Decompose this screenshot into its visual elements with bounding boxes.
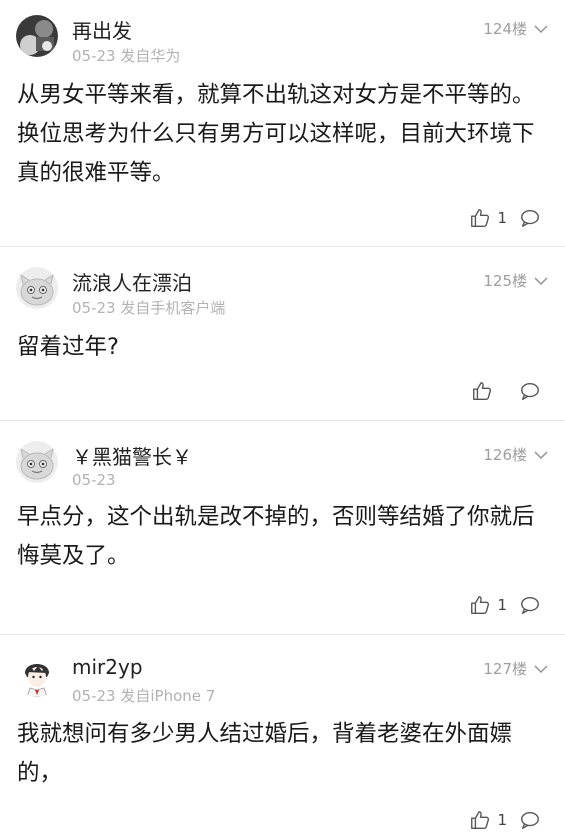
chevron-down-icon [534,24,548,33]
post-content: 留着过年? [17,334,119,360]
username[interactable]: ￥黑猫警长￥ [72,441,192,470]
default-face-avatar-icon [16,441,58,483]
floor-number: 124楼 [483,20,527,38]
like-button[interactable]: 1 [469,594,507,616]
post-meta: 05-23 发自手机客户端 [72,299,226,317]
floor-menu[interactable]: 126楼 [483,444,549,465]
comment-button[interactable] [519,207,541,229]
comment-bubble-icon [521,209,539,227]
thumbs-up-icon [473,382,492,400]
photo-avatar-icon [16,15,58,57]
post-actions: 1 [469,594,541,616]
like-count: 1 [497,811,507,829]
comment-button[interactable] [519,809,541,831]
user-avatar[interactable] [16,15,58,57]
like-button[interactable]: 1 [469,809,507,831]
like-button[interactable] [471,380,499,402]
post-actions: 1 [469,809,541,831]
chevron-down-icon [534,276,548,285]
floor-number: 126楼 [483,446,527,464]
post-content: 早点分，这个出轨是改不掉的，否则等结婚了你就后悔莫及了。 [17,504,535,569]
post-meta: 05-23 [72,471,116,489]
comment-bubble-icon [521,382,539,400]
floor-menu[interactable]: 125楼 [483,270,549,291]
post-125: 流浪人在漂泊 05-23 发自手机客户端 125楼 留着过年? [0,247,565,421]
floor-number: 127楼 [483,660,527,678]
post-126: ￥黑猫警长￥ 05-23 126楼 早点分，这个出轨是改不掉的，否则等结婚了你就… [0,421,565,635]
chevron-down-icon [534,450,548,459]
post-actions: 1 [469,207,541,229]
floor-menu[interactable]: 124楼 [483,18,549,39]
post-124: 再出发 05-23 发自华为 124楼 从男女平等来看，就算不出轨这对女方是不平… [0,0,565,247]
comment-bubble-icon [521,596,539,614]
post-127: mir2yp 05-23 发自iPhone 7 127楼 我就想问有多少男人结过… [0,635,565,838]
anime-boy-avatar-icon [16,655,58,697]
comment-button[interactable] [519,380,541,402]
username[interactable]: 再出发 [72,15,132,44]
username[interactable]: mir2yp [72,655,143,679]
like-count: 1 [497,596,507,614]
comment-bubble-icon [521,811,539,829]
post-content: 从男女平等来看，就算不出轨这对女方是不平等的。换位思考为什么只有男方可以这样呢，… [17,82,535,186]
comment-button[interactable] [519,594,541,616]
default-face-avatar-icon [16,267,58,309]
chevron-down-icon [534,664,548,673]
thumbs-up-icon [471,596,490,614]
user-avatar[interactable] [16,441,58,483]
user-avatar[interactable] [16,267,58,309]
like-button[interactable]: 1 [469,207,507,229]
thumbs-up-icon [471,209,490,227]
like-count: 1 [497,209,507,227]
post-meta: 05-23 发自iPhone 7 [72,687,216,705]
floor-number: 125楼 [483,272,527,290]
thumbs-up-icon [471,811,490,829]
floor-menu[interactable]: 127楼 [483,658,549,679]
user-avatar[interactable] [16,655,58,697]
post-actions [471,380,541,402]
post-content: 我就想问有多少男人结过婚后，背着老婆在外面嫖的， [17,721,513,786]
post-meta: 05-23 发自华为 [72,47,181,65]
username[interactable]: 流浪人在漂泊 [72,267,192,296]
